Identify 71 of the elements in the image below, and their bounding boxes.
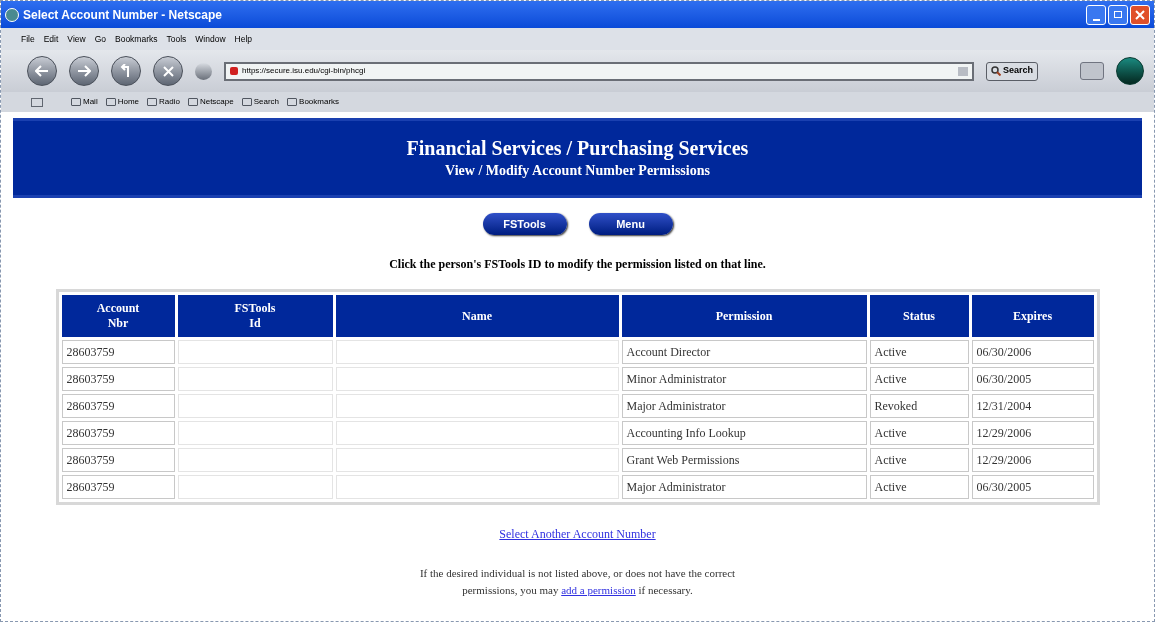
nav-button[interactable]: FSTools: [482, 213, 567, 235]
forward-button[interactable]: [69, 56, 99, 86]
table-cell: 12/29/2006: [971, 421, 1094, 445]
address-text: https://secure.isu.edu/cgi-bin/phcgi: [242, 65, 366, 77]
table-cell: Major Administrator: [621, 394, 867, 418]
instruction-text: Click the person's FSTools ID to modify the permission listed on that line.: [389, 256, 766, 273]
menu-item[interactable]: Edit: [43, 32, 59, 46]
table-cell: Minor Administrator: [621, 367, 867, 391]
menu-item[interactable]: Go: [94, 32, 106, 46]
table-cell: 12/29/2006: [971, 448, 1094, 472]
reload-button[interactable]: [111, 56, 141, 86]
table-cell: Major Administrator: [621, 475, 867, 499]
table-cell: 06/30/2005: [971, 475, 1094, 499]
close-button[interactable]: [1130, 4, 1150, 25]
header-title: Financial Services / Purchasing Services: [406, 135, 749, 160]
table-cell: 28603759: [61, 367, 175, 391]
help-text: If the desired individual is not listed above, or does not have the correct permissions, you may add a permission if necessary.: [418, 566, 737, 598]
table-cell: Revoked: [869, 394, 969, 418]
table-cell: 12/31/2004: [971, 394, 1094, 418]
address-field[interactable]: https://secure.isu.edu/cgi-bin/phcgi: [224, 61, 974, 81]
column-header: FSTools Id: [177, 295, 333, 337]
table-cell: Active: [869, 448, 969, 472]
table-cell: Active: [869, 340, 969, 364]
table-cell: 28603759: [61, 448, 175, 472]
menu-item[interactable]: Tools: [166, 32, 187, 46]
select-account-link[interactable]: Select Another Account Number: [499, 525, 656, 543]
table-cell: 06/30/2005: [971, 367, 1094, 391]
close-icon: [1135, 9, 1145, 20]
toolbar-link[interactable]: Radio: [147, 96, 180, 108]
table-cell: Accounting Info Lookup: [621, 421, 867, 445]
magnifier-icon: [991, 66, 1001, 76]
toolbar-link[interactable]: Bookmarks: [287, 96, 340, 108]
column-header: Status: [869, 295, 969, 337]
table-cell: Account Director: [621, 340, 867, 364]
add-permission-link[interactable]: add a permission: [561, 584, 636, 596]
search-button[interactable]: Search: [986, 61, 1039, 81]
table-cell: Active: [869, 421, 969, 445]
window-title: Select Account Number - Netscape: [23, 6, 222, 24]
table-cell: 06/30/2006: [971, 340, 1094, 364]
table-cell: Active: [869, 475, 969, 499]
column-header: Name: [335, 295, 619, 337]
menu-item[interactable]: Bookmarks: [115, 32, 158, 46]
table-cell: 28603759: [61, 340, 175, 364]
stop-button[interactable]: [153, 56, 183, 86]
nav-button[interactable]: Menu: [588, 213, 673, 235]
minimize-button[interactable]: [1086, 4, 1106, 25]
history-dropdown-icon: [958, 66, 968, 76]
app-icon: [5, 7, 19, 22]
back-button[interactable]: [27, 56, 57, 86]
column-header: Expires: [971, 295, 1094, 337]
toolbar-link[interactable]: Home: [105, 96, 139, 108]
table-cell: 28603759: [61, 475, 175, 499]
menu-item[interactable]: View: [67, 32, 86, 46]
menu-item[interactable]: Help: [234, 32, 253, 46]
table-cell: 28603759: [61, 421, 175, 445]
toolbar-link[interactable]: Netscape: [187, 96, 234, 108]
table-cell: Grant Web Permissions: [621, 448, 867, 472]
header-subtitle: View / Modify Account Number Permissions: [445, 161, 710, 180]
reload-arrow-icon: [120, 64, 132, 78]
menu-item[interactable]: Window: [195, 32, 226, 46]
menu-item[interactable]: File: [21, 32, 35, 46]
restore-button[interactable]: [1108, 4, 1128, 25]
toolbar-link[interactable]: Search: [241, 96, 280, 108]
toolbar-link[interactable]: Mail: [71, 96, 98, 108]
table-cell: 28603759: [61, 394, 175, 418]
column-header: Permission: [621, 295, 867, 337]
stop-x-icon: [162, 65, 174, 77]
table-cell: Active: [869, 367, 969, 391]
forward-arrow-icon: [77, 65, 91, 77]
column-header: Account Nbr: [61, 295, 175, 337]
back-arrow-icon: [35, 65, 49, 77]
